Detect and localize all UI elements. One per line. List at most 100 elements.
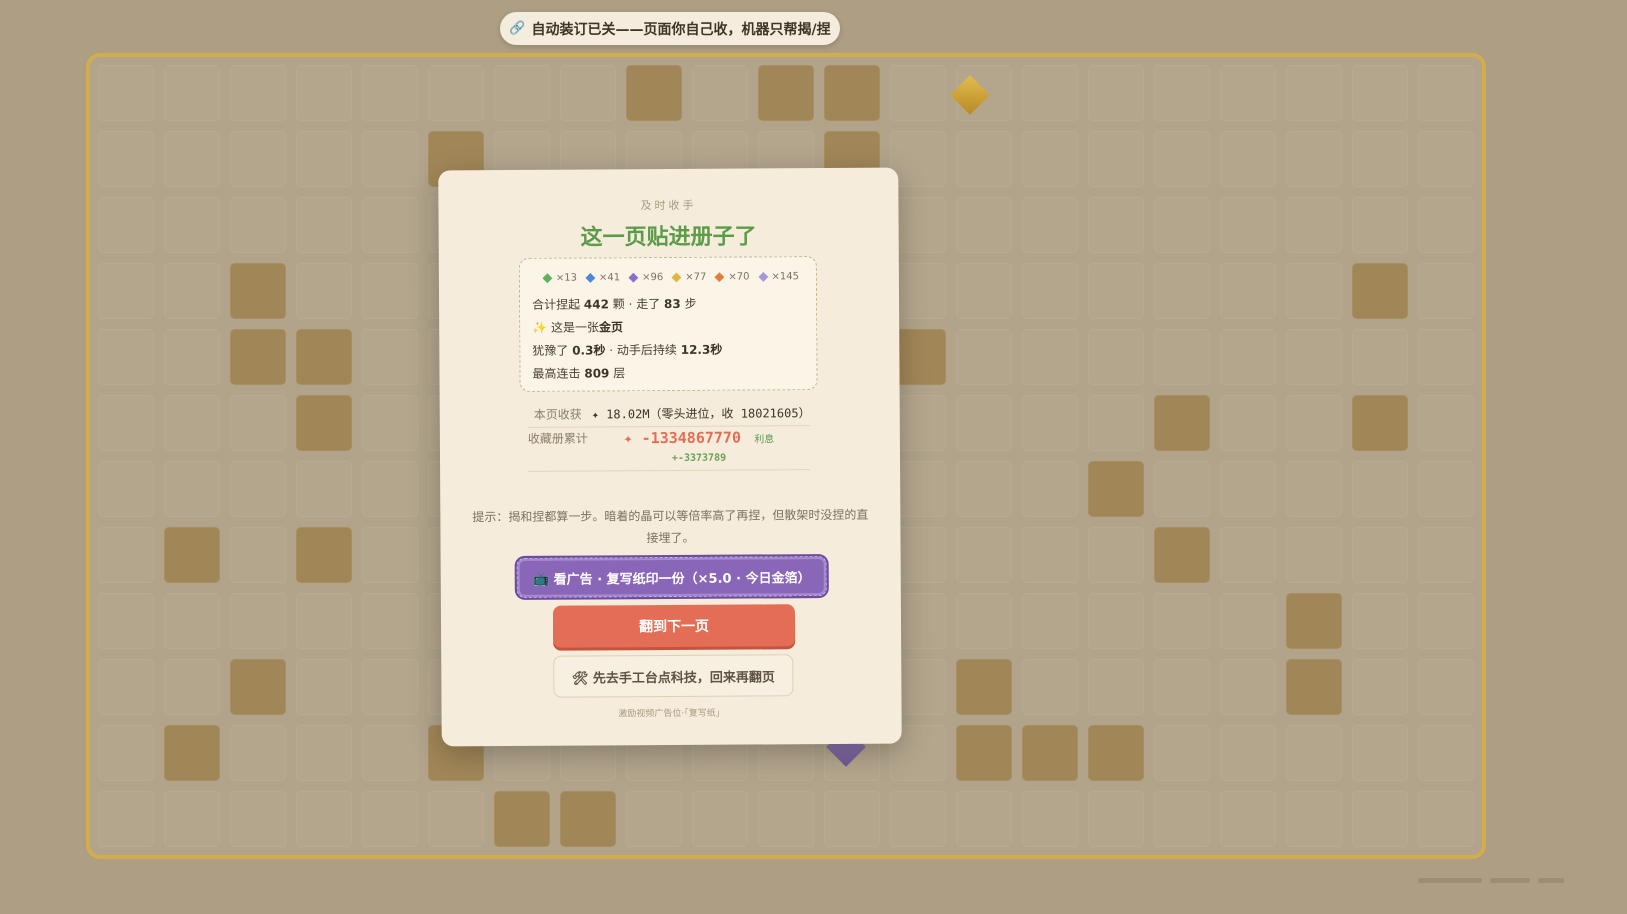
board-cell[interactable] xyxy=(1154,65,1210,121)
board-cell[interactable] xyxy=(1220,791,1276,847)
board-cell[interactable] xyxy=(362,395,418,451)
board-cell[interactable] xyxy=(1418,725,1474,781)
board-cell[interactable] xyxy=(1352,197,1408,253)
board-cell[interactable] xyxy=(428,65,484,121)
board-cell[interactable] xyxy=(692,65,748,121)
board-cell[interactable] xyxy=(1418,791,1474,847)
board-cell[interactable] xyxy=(1286,65,1342,121)
board-cell[interactable] xyxy=(362,131,418,187)
board-cell[interactable] xyxy=(1418,329,1474,385)
board-cell[interactable] xyxy=(230,329,286,385)
watch-ad-button[interactable]: 📺 看广告 · 复写纸印一份（×5.0 · 今日金箔） xyxy=(516,556,827,598)
board-cell[interactable] xyxy=(1022,461,1078,517)
board-cell[interactable] xyxy=(98,461,154,517)
board-cell[interactable] xyxy=(1154,659,1210,715)
board-cell[interactable] xyxy=(1286,329,1342,385)
board-cell[interactable] xyxy=(296,527,352,583)
board-cell[interactable] xyxy=(1352,461,1408,517)
board-cell[interactable] xyxy=(956,131,1012,187)
board-cell[interactable] xyxy=(1286,461,1342,517)
board-cell[interactable] xyxy=(230,263,286,319)
board-cell[interactable] xyxy=(890,791,946,847)
board-cell[interactable] xyxy=(230,197,286,253)
board-cell[interactable] xyxy=(230,395,286,451)
board-cell[interactable] xyxy=(98,725,154,781)
board-cell[interactable] xyxy=(1088,461,1144,517)
board-cell[interactable] xyxy=(1022,131,1078,187)
board-cell[interactable] xyxy=(230,791,286,847)
board-cell[interactable] xyxy=(296,263,352,319)
board-cell[interactable] xyxy=(1418,65,1474,121)
board-cell[interactable] xyxy=(164,329,220,385)
board-cell[interactable] xyxy=(296,791,352,847)
board-cell[interactable] xyxy=(1088,263,1144,319)
board-cell[interactable] xyxy=(1154,791,1210,847)
board-cell[interactable] xyxy=(98,329,154,385)
board-cell[interactable] xyxy=(164,263,220,319)
board-cell[interactable] xyxy=(956,593,1012,649)
next-page-button[interactable]: 翻到下一页 xyxy=(552,604,796,648)
board-cell[interactable] xyxy=(626,791,682,847)
board-cell[interactable] xyxy=(494,65,550,121)
board-cell[interactable] xyxy=(1022,791,1078,847)
board-cell[interactable] xyxy=(230,131,286,187)
board-cell[interactable] xyxy=(1220,527,1276,583)
board-cell[interactable] xyxy=(1286,131,1342,187)
board-cell[interactable] xyxy=(1220,461,1276,517)
board-cell[interactable] xyxy=(98,593,154,649)
board-cell[interactable] xyxy=(362,329,418,385)
board-cell[interactable] xyxy=(362,461,418,517)
board-cell[interactable] xyxy=(956,263,1012,319)
board-cell[interactable] xyxy=(956,527,1012,583)
board-cell[interactable] xyxy=(164,791,220,847)
board-cell[interactable] xyxy=(1154,395,1210,451)
board-cell[interactable] xyxy=(1418,527,1474,583)
board-cell[interactable] xyxy=(230,461,286,517)
board-cell[interactable] xyxy=(164,131,220,187)
board-cell[interactable] xyxy=(1088,725,1144,781)
board-cell[interactable] xyxy=(362,65,418,121)
board-cell[interactable] xyxy=(230,659,286,715)
board-cell[interactable] xyxy=(1022,659,1078,715)
board-cell[interactable] xyxy=(1220,263,1276,319)
board-cell[interactable] xyxy=(890,65,946,121)
board-cell[interactable] xyxy=(1352,329,1408,385)
board-cell[interactable] xyxy=(1286,527,1342,583)
board-cell[interactable] xyxy=(164,461,220,517)
board-cell[interactable] xyxy=(98,659,154,715)
board-cell[interactable] xyxy=(164,725,220,781)
board-cell[interactable] xyxy=(956,461,1012,517)
board-cell[interactable] xyxy=(362,527,418,583)
board-cell[interactable] xyxy=(164,65,220,121)
board-cell[interactable] xyxy=(164,527,220,583)
board-cell[interactable] xyxy=(1352,263,1408,319)
board-cell[interactable] xyxy=(1220,329,1276,385)
board-cell[interactable] xyxy=(956,197,1012,253)
board-cell[interactable] xyxy=(1418,659,1474,715)
board-cell[interactable] xyxy=(1352,395,1408,451)
board-cell[interactable] xyxy=(1418,197,1474,253)
board-cell[interactable] xyxy=(98,263,154,319)
board-cell[interactable] xyxy=(626,65,682,121)
board-cell[interactable] xyxy=(1220,65,1276,121)
board-cell[interactable] xyxy=(98,65,154,121)
board-cell[interactable] xyxy=(296,329,352,385)
board-cell[interactable] xyxy=(1286,593,1342,649)
board-cell[interactable] xyxy=(1022,65,1078,121)
board-cell[interactable] xyxy=(956,329,1012,385)
board-cell[interactable] xyxy=(956,659,1012,715)
board-cell[interactable] xyxy=(1220,593,1276,649)
board-cell[interactable] xyxy=(494,791,550,847)
board-cell[interactable] xyxy=(230,527,286,583)
board-cell[interactable] xyxy=(296,65,352,121)
board-cell[interactable] xyxy=(296,395,352,451)
board-cell[interactable] xyxy=(1022,197,1078,253)
board-cell[interactable] xyxy=(98,197,154,253)
board-cell[interactable] xyxy=(98,527,154,583)
board-cell[interactable] xyxy=(1022,395,1078,451)
board-cell[interactable] xyxy=(1220,395,1276,451)
board-cell[interactable] xyxy=(1352,527,1408,583)
board-cell[interactable] xyxy=(1154,725,1210,781)
board-cell[interactable] xyxy=(1154,197,1210,253)
board-cell[interactable] xyxy=(98,395,154,451)
